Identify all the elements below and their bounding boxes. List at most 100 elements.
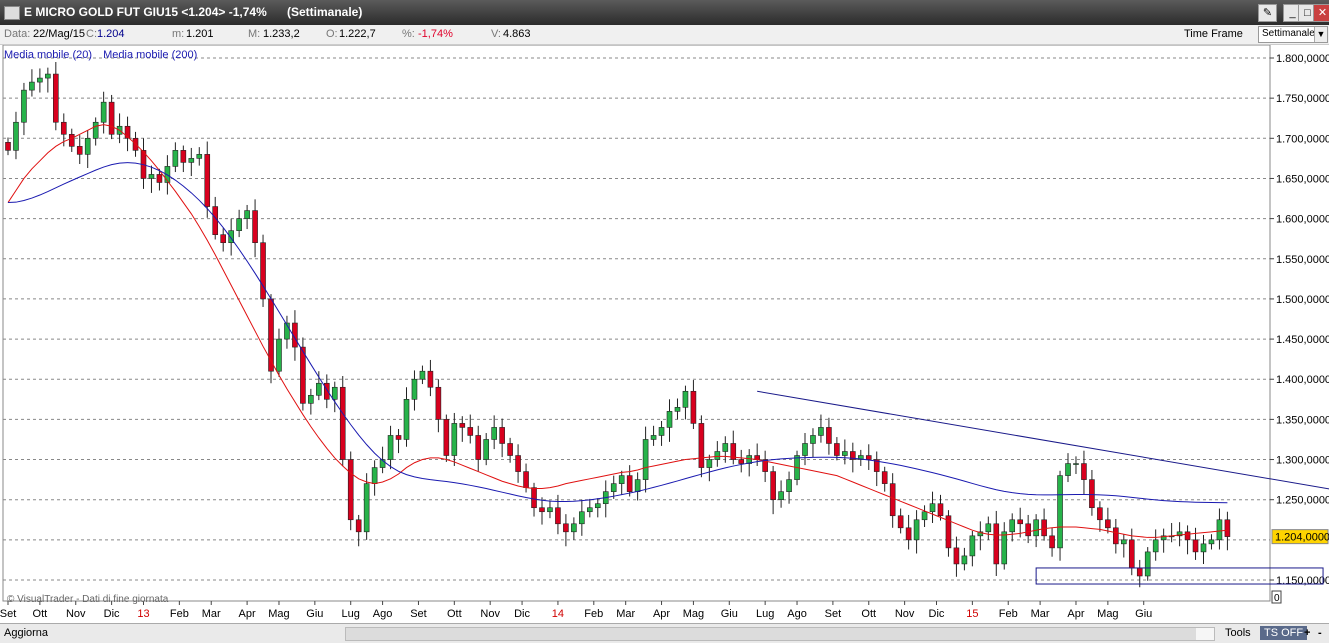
candle [92,121,99,139]
candle [531,487,537,509]
x-tick-label: Ott [447,608,462,620]
candle [1081,463,1087,480]
zoom-in-button[interactable]: + [1304,626,1310,640]
candle [1200,543,1207,553]
candle [1065,463,1071,476]
candle [1113,527,1119,545]
open-label: O: [326,28,338,40]
close-icon[interactable]: ✕ [1313,4,1329,22]
x-tick-label: Set [410,608,427,620]
x-tick-label: Lug [756,608,774,620]
legend-ma20[interactable]: Media mobile (20) [4,49,92,61]
candle [682,390,689,408]
candle [363,483,370,533]
candle [547,507,553,513]
x-tick-label: Mar [202,608,221,620]
candle [29,81,35,91]
candle [889,483,896,517]
x-tick-label: Nov [895,608,915,620]
x-tick-label: Lug [342,608,360,620]
candle [347,459,354,521]
x-tick-label: Mag [1097,608,1118,620]
x-tick-label: Feb [170,608,189,620]
candle [993,523,1000,565]
candle [594,503,601,509]
candle [419,370,426,380]
candle [515,455,521,472]
x-tick-label: Dic [514,608,530,620]
refresh-button[interactable]: Aggiorna [4,626,48,640]
tool-icon[interactable]: ✎ [1258,4,1277,22]
candle [722,443,729,452]
y-tick-label: 1.650,0000 [1276,173,1329,185]
candle [1033,519,1039,537]
candle [1216,519,1223,541]
candle [204,154,211,207]
candle [985,523,992,533]
x-tick-label: Mar [1031,608,1050,620]
window-period: (Settimanale) [287,5,363,19]
candle [1105,519,1111,529]
candle [403,399,410,440]
legend-ma200[interactable]: Media mobile (200) [103,49,197,61]
candle [475,435,482,460]
min-label: m: [172,28,185,40]
candle [698,423,705,468]
candle [53,73,59,123]
x-tick-label: 13 [137,608,149,620]
candle [738,459,745,464]
y-tick-label: 1.600,0000 [1276,214,1329,226]
candle [459,423,466,428]
x-tick-label: 14 [552,608,564,620]
candle [1192,539,1199,553]
candle [610,483,617,492]
ts-toggle-button[interactable]: TS OFF [1260,626,1308,640]
data-label: Data: [4,28,31,40]
close-value: 1.204 [97,28,125,40]
plot-area [2,44,1271,602]
chevron-down-icon[interactable]: ▼ [1314,27,1327,42]
x-tick-label: Mag [683,608,704,620]
price-chart[interactable]: 1.800,0000 1.750,0000 1.700,0000 1.650,0000… [0,44,1329,623]
volume-value: 4.863 [503,28,531,40]
y-tick-label: 1.250,0000 [1276,495,1329,507]
candle [339,386,346,460]
candle [818,427,824,436]
x-tick-label: Feb [584,608,603,620]
candle [626,475,633,492]
x-tick-label: Ott [33,608,48,620]
horizontal-scrollbar[interactable] [345,627,1215,641]
tools-button[interactable]: Tools [1225,626,1251,640]
candle [108,101,115,135]
candle [523,471,529,488]
timeframe-select[interactable]: Settimanale ▼ [1258,26,1328,43]
candle [300,346,306,404]
candle [953,547,960,565]
candle [1128,539,1135,569]
candle [1097,507,1103,521]
candle [905,527,912,541]
y-tick-label: 1.800,0000 [1276,53,1329,65]
candle [921,511,928,521]
x-tick-label: Set [825,608,842,620]
candle [156,174,163,183]
candle [60,121,67,135]
chart-svg: 1.800,0000 1.750,0000 1.700,0000 1.650,0000… [0,44,1329,620]
x-tick-label: Nov [480,608,500,620]
legend: Media mobile (20) Media mobile (200) [4,49,197,61]
candle [571,523,577,533]
candle [913,519,920,541]
candle [148,174,155,179]
app-icon [4,6,20,20]
candle [76,146,83,155]
candle [826,427,832,444]
candle [331,386,338,400]
candle [1041,519,1047,537]
candle [323,382,330,400]
candle [587,507,593,513]
open-value: 1.222,7 [339,28,376,40]
x-tick-label: Mar [616,608,635,620]
candle [483,439,490,460]
zoom-out-button[interactable]: - [1318,626,1322,640]
scrollbar-thumb[interactable] [346,628,1196,640]
